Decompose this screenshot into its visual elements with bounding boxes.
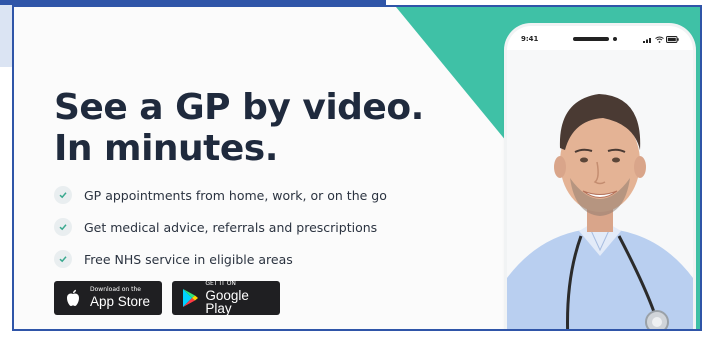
google-play-label: Google Play <box>205 287 249 316</box>
signal-icon <box>642 37 651 43</box>
check-icon <box>54 250 72 268</box>
check-icon <box>54 186 72 204</box>
feature-text: GP appointments from home, work, or on t… <box>84 187 387 203</box>
doctor-photo <box>507 50 693 329</box>
app-store-button[interactable]: Download on the App Store <box>54 281 162 315</box>
headline-line1: See a GP by video. <box>54 87 424 128</box>
feature-item: GP appointments from home, work, or on t… <box>54 179 387 211</box>
app-store-text: Download on the App Store <box>90 287 150 309</box>
check-icon <box>54 218 72 236</box>
phone-status-bar: 9:41 <box>507 26 693 52</box>
feature-item: Get medical advice, referrals and prescr… <box>54 211 387 243</box>
store-buttons: Download on the App Store GET IT ON Goog… <box>54 279 290 316</box>
google-play-icon <box>180 287 199 309</box>
battery-icon <box>665 35 679 43</box>
feature-text: Get medical advice, referrals and prescr… <box>84 219 378 235</box>
status-time: 9:41 <box>521 35 539 43</box>
phone-notch <box>572 37 617 41</box>
camera-dot <box>612 37 617 41</box>
headline-line2: In minutes. <box>54 128 278 169</box>
app-store-small-text: Download on the <box>90 286 141 294</box>
page-frame: See a GP by video. In minutes. GP appoin… <box>0 0 707 360</box>
google-play-text: GET IT ON Google Play <box>205 279 270 316</box>
google-play-small-text: GET IT ON <box>205 279 236 287</box>
feature-text: Free NHS service in eligible areas <box>84 251 293 267</box>
google-play-button[interactable]: GET IT ON Google Play <box>172 279 280 316</box>
wifi-icon <box>655 36 664 43</box>
status-icons <box>642 35 679 43</box>
feature-item: Free NHS service in eligible areas <box>54 243 387 275</box>
headline: See a GP by video. In minutes. <box>54 87 424 169</box>
promo-banner: See a GP by video. In minutes. GP appoin… <box>12 5 702 331</box>
feature-list: GP appointments from home, work, or on t… <box>54 179 387 275</box>
app-store-label: App Store <box>90 294 151 310</box>
side-strip <box>0 5 12 67</box>
phone-mockup: 9:41 <box>507 26 693 329</box>
apple-icon <box>62 287 84 309</box>
